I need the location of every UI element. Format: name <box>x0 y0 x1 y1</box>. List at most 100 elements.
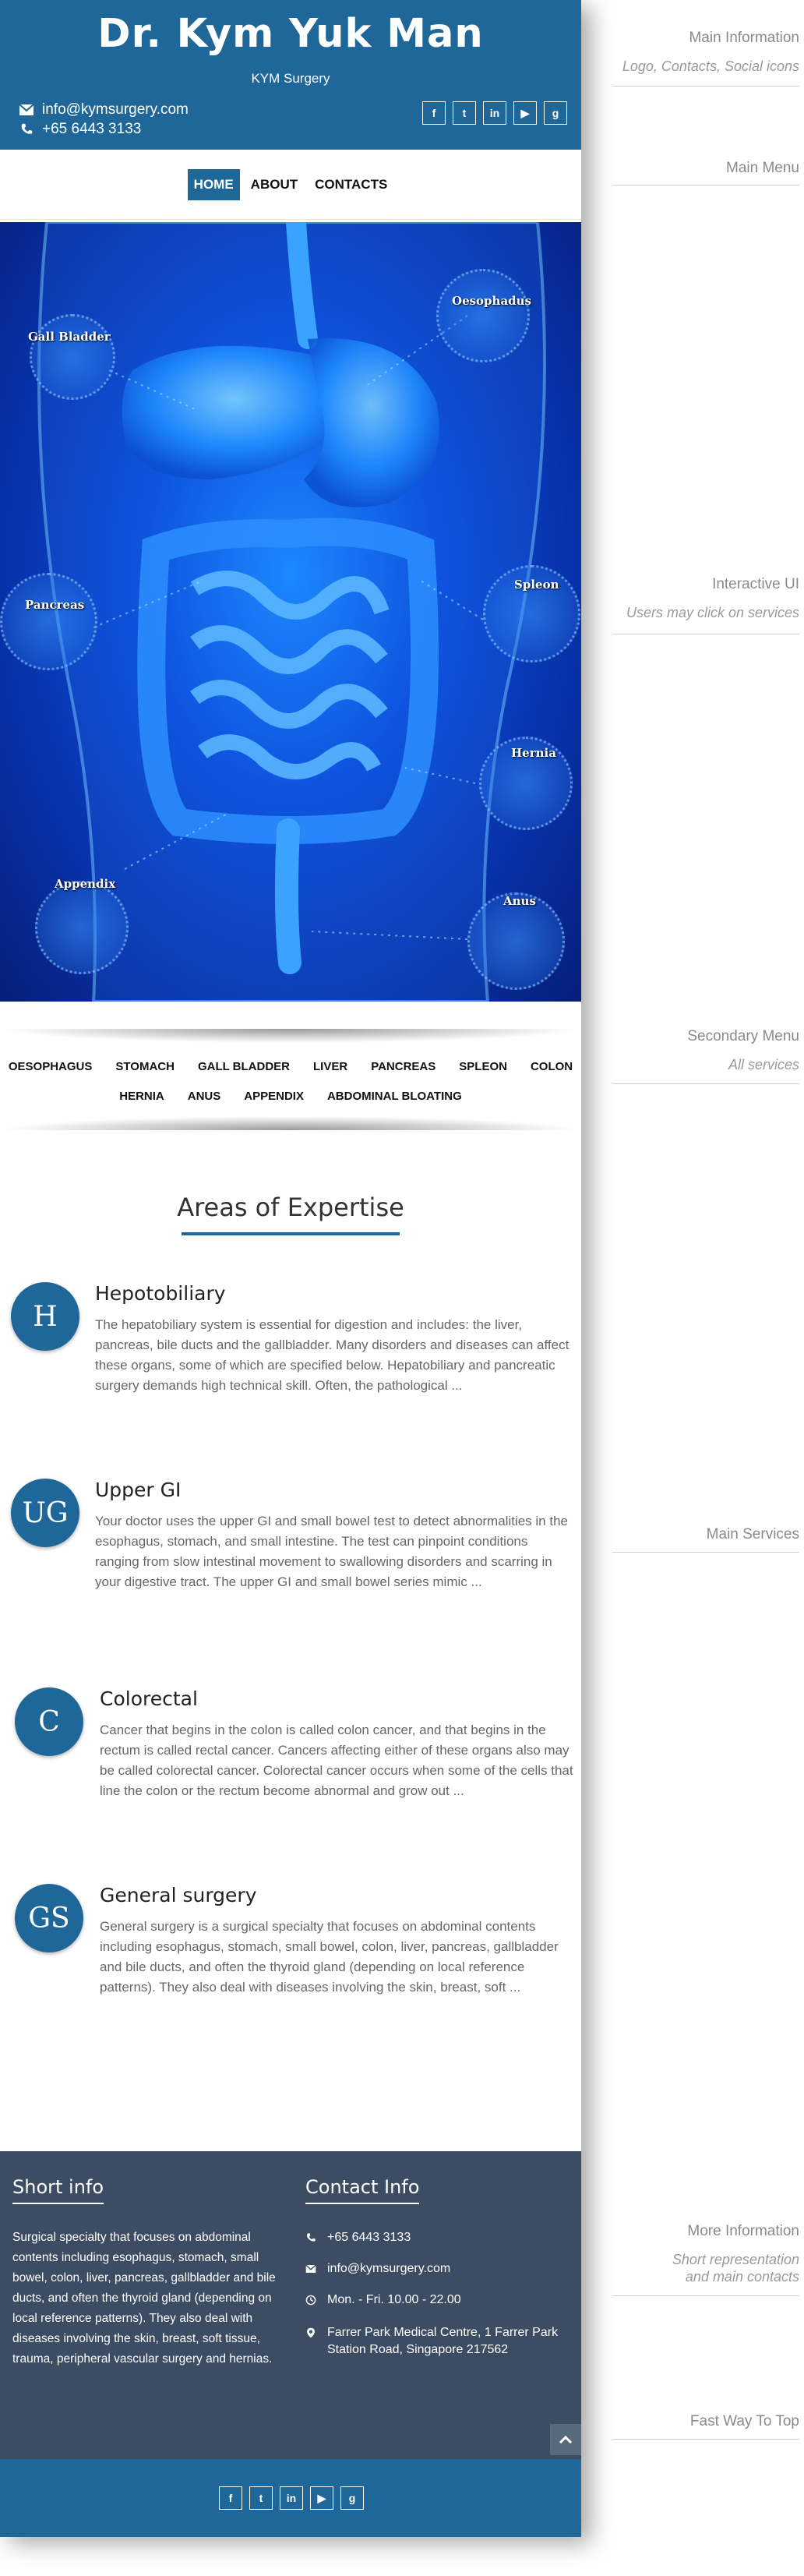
footer-hours-text: Mon. - Fri. 10.00 - 22.00 <box>327 2293 461 2306</box>
footer-social-icons: f t in ▶ g <box>219 2486 364 2510</box>
menu-item-about[interactable]: ABOUT <box>245 169 304 200</box>
phone-icon <box>307 2233 316 2242</box>
divider <box>0 1116 581 1130</box>
divider <box>612 2439 799 2440</box>
secondary-menu-row: HERNIA ANUS APPENDIX ABDOMINAL BLOATING <box>0 1090 581 1103</box>
annotation-subtitle: Users may click on services <box>626 605 799 620</box>
service-description: Cancer that begins in the colon is calle… <box>100 1723 573 1798</box>
site-header: Dr. Kym Yuk Man KYM Surgery info@kymsurg… <box>0 0 581 150</box>
sec-item-liver[interactable]: LIVER <box>313 1060 347 1073</box>
linkedin-icon[interactable]: in <box>280 2486 303 2510</box>
sec-item-spleon[interactable]: SPLEON <box>459 1060 507 1073</box>
header-phone-text: +65 6443 3133 <box>42 121 142 137</box>
menu-item-contacts[interactable]: CONTACTS <box>309 169 393 200</box>
youtube-icon[interactable]: ▶ <box>310 2486 333 2510</box>
sec-item-gall-bladder[interactable]: GALL BLADDER <box>198 1060 290 1073</box>
header-email-text: info@kymsurgery.com <box>42 101 189 118</box>
map-pin-icon <box>307 2327 315 2338</box>
facebook-icon[interactable]: f <box>422 101 446 125</box>
divider <box>612 185 799 186</box>
annotation-title: More Information <box>687 2223 799 2239</box>
site-title[interactable]: Dr. Kym Yuk Man <box>0 11 581 57</box>
service-description: The hepatobiliary system is essential fo… <box>95 1317 570 1393</box>
menu-item-home[interactable]: HOME <box>187 168 240 200</box>
service-initial-badge[interactable]: UG <box>11 1479 79 1547</box>
service-title[interactable]: Upper GI <box>95 1479 181 1501</box>
header-email-link[interactable]: info@kymsurgery.com <box>19 101 189 118</box>
anus-label[interactable]: Anus <box>503 894 536 908</box>
annotation-title: Main Menu <box>726 160 799 176</box>
site-footer: Short info Surgical specialty that focus… <box>0 2151 581 2537</box>
footer-phone[interactable]: +65 6443 3133 <box>305 2229 411 2246</box>
header-phone-link[interactable]: +65 6443 3133 <box>19 121 141 138</box>
google-plus-icon[interactable]: g <box>544 101 567 125</box>
pancreas-label[interactable]: Pancreas <box>25 598 84 612</box>
youtube-icon[interactable]: ▶ <box>513 101 537 125</box>
sec-item-anus[interactable]: ANUS <box>188 1090 221 1103</box>
divider <box>612 86 799 87</box>
sec-item-stomach[interactable]: STOMACH <box>115 1060 175 1073</box>
footer-email[interactable]: info@kymsurgery.com <box>305 2260 450 2277</box>
main-menu: HOME ABOUT CONTACTS <box>0 150 581 220</box>
appendix-hotspot[interactable] <box>35 881 129 974</box>
footer-email-text: info@kymsurgery.com <box>327 2262 451 2275</box>
service-initial-badge[interactable]: H <box>11 1282 79 1351</box>
annotation-title: Main Information <box>689 30 799 46</box>
facebook-icon[interactable]: f <box>219 2486 242 2510</box>
oesophagus-hotspot[interactable] <box>436 269 530 362</box>
chevron-up-icon <box>559 2435 573 2444</box>
gall-bladder-hotspot[interactable] <box>30 314 115 400</box>
twitter-icon[interactable]: t <box>249 2486 273 2510</box>
footer-address: Farrer Park Medical Centre, 1 Farrer Par… <box>305 2324 570 2359</box>
pancreas-hotspot[interactable] <box>0 573 97 670</box>
service-description: General surgery is a surgical specialty … <box>100 1919 559 1995</box>
annotation-title: Fast Way To Top <box>689 2413 799 2429</box>
service-description: Your doctor uses the upper GI and small … <box>95 1514 568 1589</box>
footer-address-text: Farrer Park Medical Centre, 1 Farrer Par… <box>327 2326 559 2356</box>
divider <box>612 1083 799 1084</box>
service-initial-badge[interactable]: C <box>15 1687 83 1756</box>
twitter-icon[interactable]: t <box>453 101 476 125</box>
annotation-interactive-ui: Interactive UI Users may click on servic… <box>612 576 799 621</box>
page-column: Dr. Kym Yuk Man KYM Surgery info@kymsurg… <box>0 0 581 2537</box>
sec-item-hernia[interactable]: HERNIA <box>119 1090 164 1103</box>
spleen-label[interactable]: Spleon <box>514 578 559 592</box>
site-subtitle: KYM Surgery <box>251 71 330 86</box>
service-title[interactable]: Colorectal <box>100 1687 198 1710</box>
annotation-main-menu: Main Menu <box>612 160 799 177</box>
gall-bladder-label[interactable]: Gall Bladder <box>28 330 111 344</box>
annotation-main-services: Main Services <box>612 1526 799 1543</box>
annotation-more-information: More Information Short representation an… <box>612 2223 799 2285</box>
back-to-top-button[interactable] <box>550 2424 581 2455</box>
annotation-main-information: Main Information Logo, Contacts, Social … <box>612 30 799 75</box>
header-social-icons: f t in ▶ g <box>422 101 567 125</box>
service-title[interactable]: Hepotobiliary <box>95 1282 226 1305</box>
section-title: Areas of Expertise <box>177 1193 404 1222</box>
phone-icon <box>21 123 33 134</box>
annotation-fast-way-to-top: Fast Way To Top <box>612 2413 799 2430</box>
sec-item-appendix[interactable]: APPENDIX <box>244 1090 304 1103</box>
sec-item-colon[interactable]: COLON <box>531 1060 573 1073</box>
divider <box>0 1029 581 1043</box>
short-info-text: Surgical specialty that focuses on abdom… <box>12 2231 276 2366</box>
divider <box>612 1552 799 1553</box>
annotation-title: Main Services <box>706 1526 799 1542</box>
envelope-icon <box>305 2264 316 2273</box>
secondary-menu: OESOPHAGUS STOMACH GALL BLADDER LIVER PA… <box>0 1029 581 1130</box>
footer-phone-text: +65 6443 3133 <box>327 2231 411 2244</box>
section-title-underline <box>182 1232 400 1235</box>
service-title[interactable]: General surgery <box>100 1884 257 1906</box>
google-plus-icon[interactable]: g <box>340 2486 364 2510</box>
annotation-title: Interactive UI <box>712 576 799 592</box>
hernia-label[interactable]: Hernia <box>511 746 556 760</box>
service-initial-badge[interactable]: GS <box>15 1884 83 1952</box>
annotation-title: Secondary Menu <box>687 1028 799 1044</box>
footer-bottom-bar: f t in ▶ g <box>0 2459 581 2537</box>
sec-item-pancreas[interactable]: PANCREAS <box>371 1060 436 1073</box>
sec-item-oesophagus[interactable]: OESOPHAGUS <box>9 1060 93 1073</box>
appendix-label[interactable]: Appendix <box>55 877 115 891</box>
sec-item-abdominal-bloating[interactable]: ABDOMINAL BLOATING <box>327 1090 462 1103</box>
linkedin-icon[interactable]: in <box>483 101 506 125</box>
oesophagus-label[interactable]: Oesophadus <box>452 294 531 308</box>
secondary-menu-row: OESOPHAGUS STOMACH GALL BLADDER LIVER PA… <box>0 1060 581 1073</box>
